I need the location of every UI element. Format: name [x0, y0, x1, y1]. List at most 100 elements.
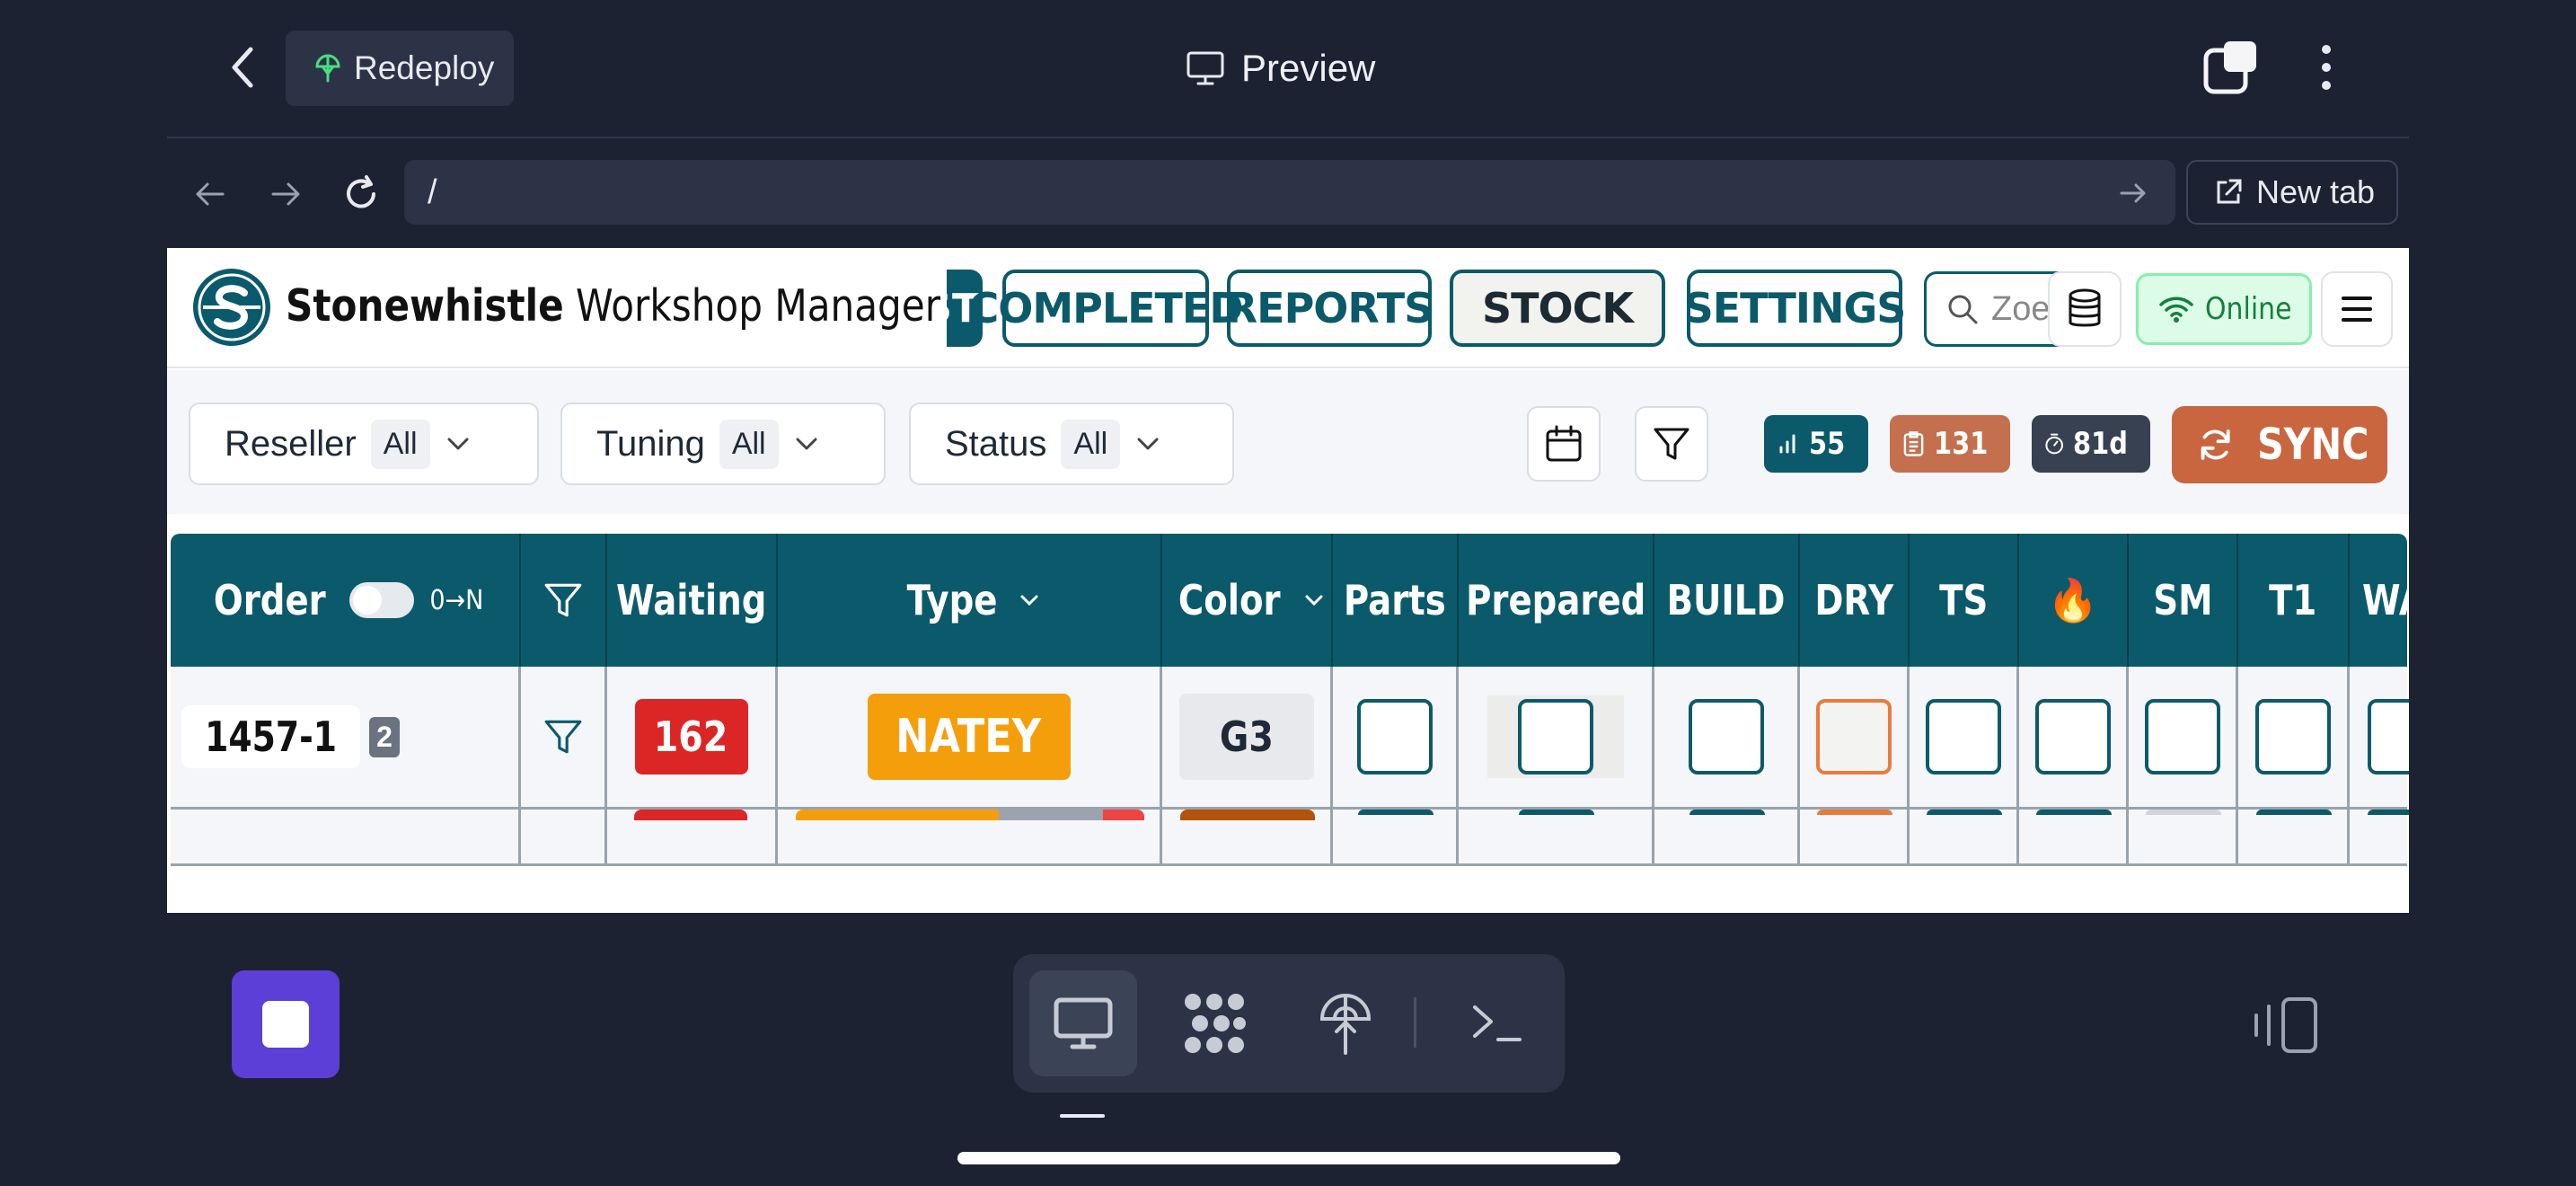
fire-checkbox[interactable] — [2034, 699, 2111, 774]
split-view-button[interactable] — [2253, 994, 2326, 1057]
waiting-cell: 162 — [607, 667, 778, 807]
column-header-build[interactable]: BUILD — [1654, 534, 1800, 667]
database-button[interactable] — [2048, 271, 2122, 347]
search-input[interactable]: Zoe — [1924, 271, 2068, 347]
column-header-ts[interactable]: TS — [1910, 534, 2019, 667]
column-header-waiting[interactable]: Waiting — [607, 534, 778, 667]
column-filter-button[interactable] — [521, 534, 607, 667]
stat-days-badge: 81d — [2032, 415, 2150, 473]
database-icon — [2069, 288, 2101, 327]
redeploy-button[interactable]: Redeploy — [286, 31, 514, 106]
url-input[interactable]: / — [404, 160, 2175, 225]
deploy-icon — [1319, 994, 1372, 1055]
tuning-filter-dropdown[interactable]: Tuning All — [560, 403, 886, 485]
column-header-wa[interactable]: WA — [2350, 534, 2409, 667]
fire-icon: 🔥 — [2047, 575, 2099, 624]
order-id[interactable]: 1457-1 — [181, 705, 361, 768]
checkbox-fragment — [2256, 810, 2332, 815]
order-count-badge: 2 — [369, 716, 400, 757]
column-header-fire[interactable]: 🔥 — [2019, 534, 2129, 667]
order-cell — [171, 810, 521, 863]
chevron-down-icon — [1137, 438, 1159, 450]
order-cell: 1457-1 2 — [171, 667, 521, 807]
more-dot-icon — [2322, 45, 2331, 54]
nav-tab-reports[interactable]: REPORTS — [1226, 270, 1434, 347]
reseller-filter-label: Reseller — [225, 423, 357, 464]
prepared-checkbox[interactable] — [1517, 699, 1593, 774]
row-filter-button[interactable] — [521, 667, 607, 807]
url-go-button[interactable] — [2111, 171, 2156, 216]
stat-days-value: 81d — [2073, 426, 2129, 462]
dock-workflow-button[interactable] — [1160, 970, 1268, 1076]
menu-line-icon — [2342, 296, 2372, 300]
new-tab-button[interactable]: New tab — [2186, 160, 2398, 225]
filter-button[interactable] — [1635, 406, 1708, 482]
chevron-down-icon — [1305, 595, 1323, 606]
column-header-t1[interactable]: T1 — [2238, 534, 2350, 667]
reseller-filter-value: All — [370, 419, 430, 469]
more-dot-icon — [2322, 81, 2331, 90]
status-filter-dropdown[interactable]: Status All — [909, 403, 1234, 485]
browser-forward-button[interactable] — [259, 171, 313, 217]
color-chip-fragment — [1180, 810, 1315, 820]
dock-deploy-button[interactable] — [1292, 970, 1399, 1076]
brand-subtitle: Workshop Manager — [563, 280, 941, 332]
checkbox-fragment — [1817, 810, 1892, 815]
calendar-button[interactable] — [1527, 406, 1601, 482]
column-header-order[interactable]: Order 0→N — [171, 534, 521, 667]
fire-cell — [2019, 810, 2129, 863]
new-tab-label: New tab — [2256, 173, 2376, 210]
dock-active-indicator — [1060, 1114, 1105, 1118]
sm-checkbox[interactable] — [2144, 699, 2220, 774]
bottom-dock — [1013, 954, 1565, 1093]
nav-tab-stock[interactable]: STOCK — [1450, 270, 1665, 347]
wa-checkbox[interactable] — [2368, 699, 2409, 774]
column-header-color[interactable]: Color — [1162, 534, 1333, 667]
waiting-header-label: Waiting — [616, 576, 767, 624]
chevron-left-icon — [232, 47, 253, 88]
column-header-type[interactable]: Type — [778, 534, 1162, 667]
table-row[interactable] — [171, 810, 2409, 866]
dry-checkbox[interactable] — [1815, 699, 1892, 774]
sort-toggle[interactable] — [348, 582, 414, 618]
column-header-parts[interactable]: Parts — [1333, 534, 1459, 667]
column-header-dry[interactable]: DRY — [1800, 534, 1910, 667]
hamburger-menu-button[interactable] — [2321, 271, 2393, 347]
redeploy-label: Redeploy — [354, 49, 495, 86]
waiting-days-badge: 162 — [634, 699, 748, 774]
column-header-sm[interactable]: SM — [2129, 534, 2238, 667]
sync-label: SYNC — [2257, 420, 2369, 470]
table-row[interactable]: 1457-1 2 162 NATEY G3 — [171, 667, 2409, 810]
tuning-filter-value: All — [719, 419, 779, 469]
parts-checkbox[interactable] — [1356, 699, 1433, 774]
ts-checkbox[interactable] — [1925, 699, 2001, 774]
browser-back-button[interactable] — [183, 171, 237, 217]
sync-button[interactable]: SYNC — [2172, 406, 2387, 483]
calendar-icon — [1546, 425, 1582, 462]
prepared-header-label: Prepared — [1465, 576, 1646, 624]
back-button[interactable] — [216, 36, 269, 99]
column-header-prepared[interactable]: Prepared — [1459, 534, 1654, 667]
nav-tab-completed[interactable]: COMPLETED — [968, 270, 1244, 347]
nav-tab-settings[interactable]: SETTINGS — [1684, 270, 1906, 347]
prepared-cell — [1459, 667, 1654, 807]
type-value: NATEY — [895, 710, 1042, 764]
dock-preview-button[interactable] — [1029, 970, 1137, 1076]
arrow-right-icon — [271, 182, 300, 206]
more-dot-icon — [2322, 63, 2331, 72]
more-options-button[interactable] — [2299, 36, 2353, 99]
color-cell: G3 — [1162, 667, 1333, 807]
brand-name: Stonewhistle — [286, 280, 564, 332]
dock-terminal-button[interactable] — [1442, 970, 1550, 1076]
build-checkbox[interactable] — [1688, 699, 1764, 774]
wa-header-label: WA — [2362, 576, 2409, 624]
stat-orders-value: 131 — [1934, 426, 1989, 462]
color-chip[interactable]: G3 — [1178, 694, 1314, 780]
t1-checkbox[interactable] — [2254, 699, 2331, 774]
reload-button[interactable] — [334, 171, 388, 217]
type-badge[interactable]: NATEY — [867, 694, 1071, 780]
clipboard-icon — [1903, 431, 1924, 456]
tabs-button[interactable] — [2201, 36, 2263, 99]
stop-button[interactable] — [232, 970, 340, 1078]
reseller-filter-dropdown[interactable]: Reseller All — [189, 403, 539, 485]
